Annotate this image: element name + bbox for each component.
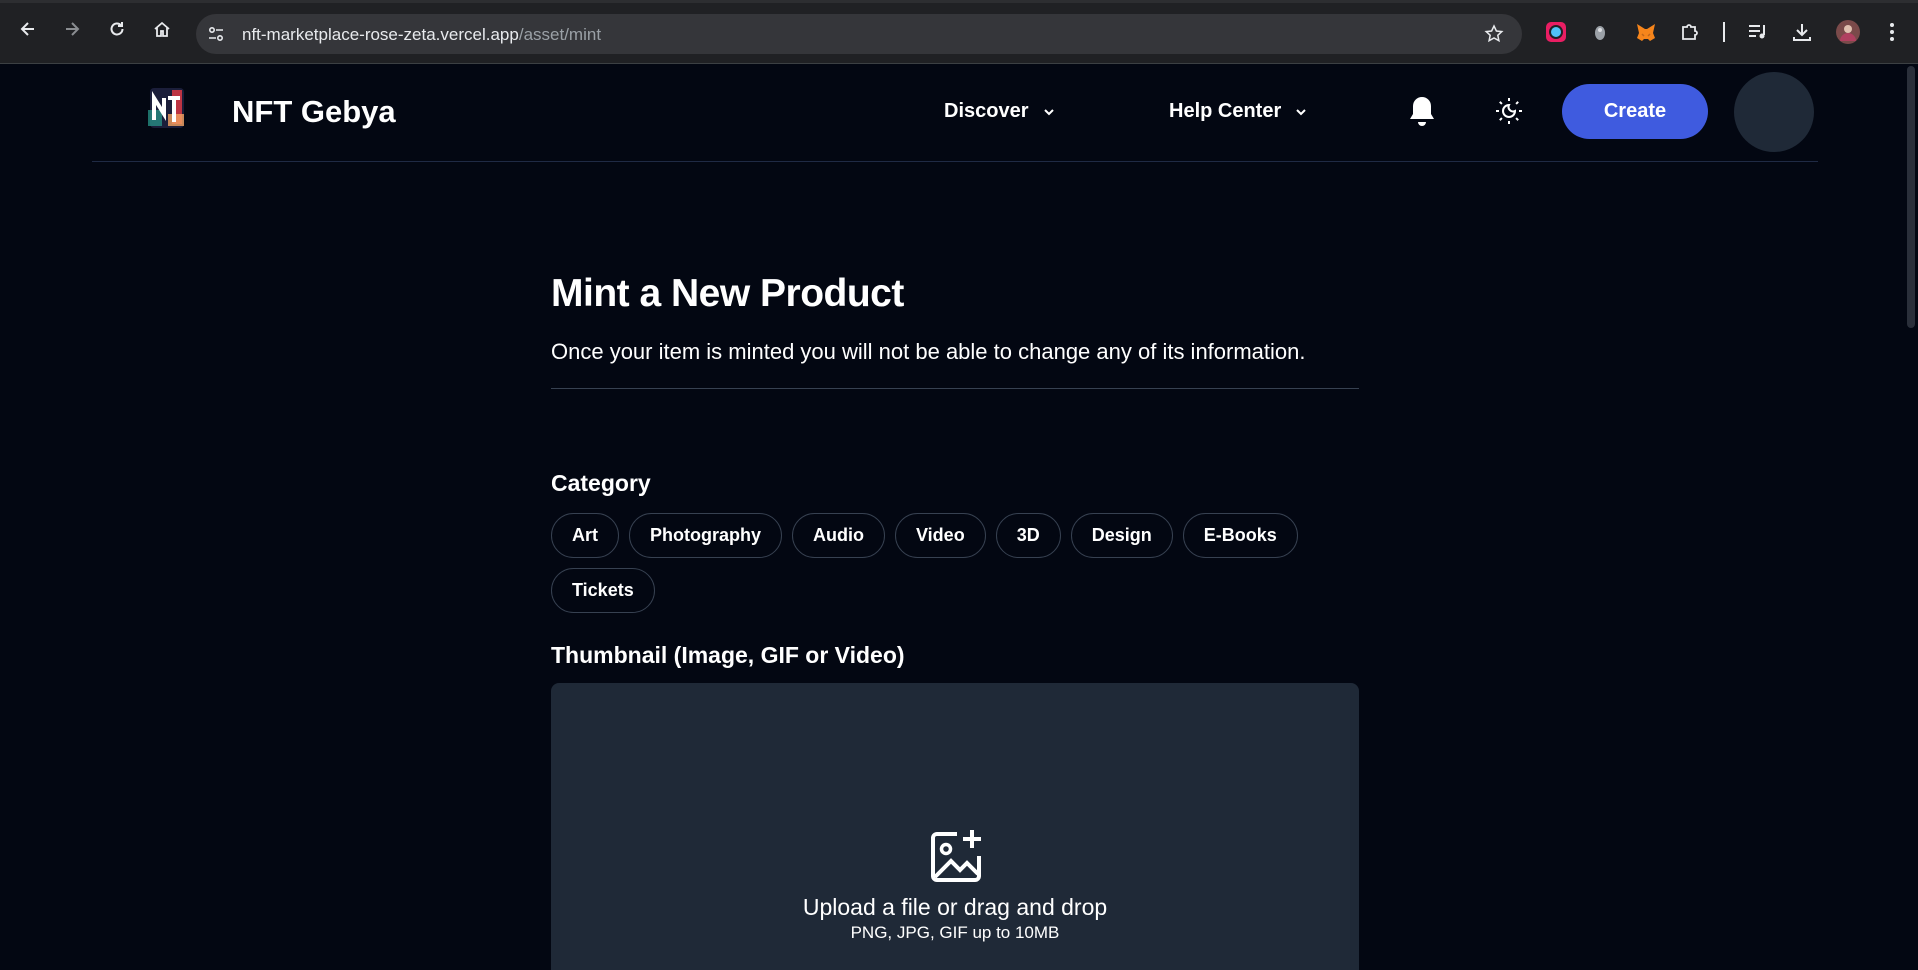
- download-icon[interactable]: [1790, 20, 1814, 44]
- page-subtitle: Once your item is minted you will not be…: [551, 339, 1306, 364]
- menu-kebab-icon[interactable]: [1880, 20, 1904, 44]
- category-chip-audio[interactable]: Audio: [792, 513, 885, 558]
- mint-form: Mint a New Product Once your item is min…: [551, 270, 1359, 970]
- scrollbar-thumb[interactable]: [1907, 66, 1915, 328]
- tab-strip: [0, 0, 1918, 3]
- metamask-fox-icon[interactable]: [1634, 20, 1658, 44]
- color-extension-icon[interactable]: [1544, 20, 1568, 44]
- category-chip-photography[interactable]: Photography: [629, 513, 782, 558]
- nav-help-center[interactable]: Help Center: [1169, 100, 1307, 123]
- profile-avatar-icon[interactable]: [1836, 20, 1860, 44]
- ghost-extension-icon[interactable]: [1588, 20, 1612, 44]
- section-divider: [551, 388, 1359, 389]
- category-label: Category: [551, 470, 651, 496]
- user-avatar[interactable]: [1734, 72, 1814, 152]
- thumbnail-dropzone[interactable]: Upload a file or drag and drop PNG, JPG,…: [551, 683, 1359, 970]
- bookmark-star-icon[interactable]: [1484, 24, 1504, 44]
- nav-discover[interactable]: Discover: [944, 100, 1055, 123]
- browser-toolbar: nft-marketplace-rose-zeta.vercel.app/ass…: [0, 0, 1918, 64]
- upload-instruction[interactable]: Upload a file or drag and drop: [551, 894, 1359, 921]
- nav-help-center-label: Help Center: [1169, 100, 1282, 122]
- home-icon[interactable]: [150, 17, 174, 41]
- notification-bell-icon[interactable]: [1406, 94, 1438, 128]
- category-chip-ebooks[interactable]: E-Books: [1182, 513, 1298, 558]
- chevron-down-icon: [1043, 108, 1054, 115]
- category-chip-tickets[interactable]: Tickets: [551, 568, 655, 613]
- page-title: Mint a New Product: [551, 272, 904, 315]
- forward-icon[interactable]: [60, 17, 84, 41]
- category-chip-art[interactable]: Art: [551, 513, 619, 558]
- theme-toggle-icon[interactable]: [1494, 96, 1524, 126]
- category-chip-design[interactable]: Design: [1070, 513, 1173, 558]
- url-host: nft-marketplace-rose-zeta.vercel.app: [242, 25, 519, 44]
- nav-discover-label: Discover: [944, 100, 1029, 122]
- back-icon[interactable]: [16, 17, 40, 41]
- address-bar[interactable]: nft-marketplace-rose-zeta.vercel.app/ass…: [196, 14, 1522, 54]
- brand-name[interactable]: NFT Gebya: [232, 94, 396, 130]
- reload-icon[interactable]: [105, 17, 129, 41]
- category-chip-video[interactable]: Video: [895, 513, 986, 558]
- url-path: /asset/mint: [518, 25, 602, 44]
- create-button[interactable]: Create: [1562, 84, 1708, 139]
- extensions-puzzle-icon[interactable]: [1678, 20, 1702, 44]
- site-settings-icon[interactable]: [206, 24, 226, 44]
- brand-logo[interactable]: [144, 84, 190, 132]
- image-add-icon: [927, 827, 985, 885]
- media-queue-icon[interactable]: [1746, 20, 1770, 44]
- category-chip-3d[interactable]: 3D: [995, 513, 1061, 558]
- toolbar-separator: [1723, 22, 1725, 42]
- chevron-down-icon: [1296, 108, 1306, 115]
- thumbnail-label: Thumbnail (Image, GIF or Video): [551, 642, 905, 668]
- category-chips: Art Photography Audio Video 3D Design E-…: [551, 513, 1359, 613]
- upload-hint: PNG, JPG, GIF up to 10MB: [850, 923, 1060, 942]
- site-header: NFT Gebya Discover Help Center Create: [92, 64, 1818, 162]
- url-text: nft-marketplace-rose-zeta.vercel.app/ass…: [242, 25, 601, 45]
- page-scrollbar[interactable]: [1904, 64, 1918, 970]
